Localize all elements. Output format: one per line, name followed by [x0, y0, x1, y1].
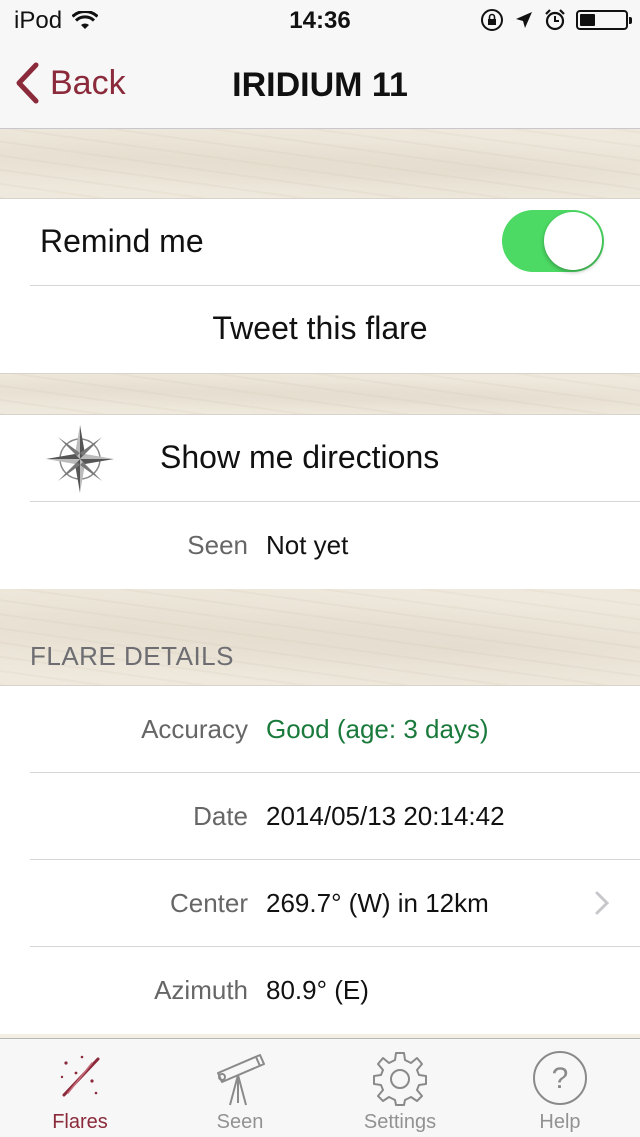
detail-row-date: Date 2014/05/13 20:14:42 — [0, 772, 640, 860]
status-bar: iPod 14:36 — [0, 0, 640, 40]
directions-row[interactable]: Show me directions — [0, 415, 640, 502]
tab-settings[interactable]: Settings — [320, 1039, 480, 1137]
detail-key: Center — [169, 888, 248, 918]
alarm-icon — [545, 9, 565, 31]
detail-key: Azimuth — [154, 975, 248, 1005]
seen-key: Seen — [187, 530, 248, 560]
tab-seen[interactable]: Seen — [160, 1039, 320, 1137]
detail-row-accuracy: Accuracy Good (age: 3 days) — [0, 686, 640, 773]
detail-value: Good (age: 3 days) — [266, 714, 489, 744]
tab-label: Seen — [216, 1111, 264, 1133]
detail-value: 80.9° (E) — [266, 975, 369, 1005]
actions-group: Remind me Tweet this flare — [0, 198, 640, 374]
flares-icon — [60, 1055, 100, 1097]
detail-key: Date — [193, 801, 248, 831]
seen-value: Not yet — [266, 530, 349, 560]
directions-label: Show me directions — [160, 439, 440, 475]
tab-bar: Flares Seen Settings ? Help — [0, 1038, 640, 1137]
seen-row: Seen Not yet — [0, 501, 640, 589]
detail-key: Accuracy — [141, 714, 248, 744]
directions-group: Show me directions Seen Not yet — [0, 414, 640, 590]
chevron-right-icon — [595, 891, 610, 915]
detail-row-center[interactable]: Center 269.7° (W) in 12km — [0, 859, 640, 947]
nav-bar: Back IRIDIUM 11 — [0, 40, 640, 129]
remind-label: Remind me — [40, 223, 204, 259]
background-band — [0, 374, 640, 415]
rotation-lock-icon — [481, 9, 503, 31]
section-header: FLARE DETAILS — [30, 641, 234, 671]
status-right — [480, 8, 632, 32]
section-header-band: FLARE DETAILS — [0, 589, 640, 686]
help-icon: ? — [533, 1051, 587, 1105]
page-title: IRIDIUM 11 — [232, 66, 408, 104]
tab-help[interactable]: ? Help — [480, 1039, 640, 1137]
tweet-label: Tweet this flare — [212, 310, 428, 346]
telescope-icon — [217, 1054, 265, 1106]
detail-value: 2014/05/13 20:14:42 — [266, 801, 505, 831]
tab-label: Help — [539, 1111, 581, 1133]
toggle-knob — [544, 212, 602, 270]
remind-toggle[interactable] — [502, 210, 604, 272]
tweet-row[interactable]: Tweet this flare — [0, 285, 640, 373]
tab-label: Flares — [52, 1111, 108, 1133]
background-band — [0, 129, 640, 199]
compass-icon — [46, 425, 114, 493]
details-group: Accuracy Good (age: 3 days) Date 2014/05… — [0, 685, 640, 1034]
detail-row-azimuth: Azimuth 80.9° (E) — [0, 946, 640, 1034]
svg-text:?: ? — [552, 1062, 569, 1095]
battery-level — [580, 14, 595, 26]
detail-value: 269.7° (W) in 12km — [266, 888, 489, 918]
remind-row: Remind me — [0, 199, 640, 286]
gear-icon — [373, 1052, 427, 1106]
battery-icon — [576, 10, 632, 30]
tab-flares[interactable]: Flares — [0, 1039, 160, 1137]
location-icon — [516, 12, 532, 28]
tab-label: Settings — [363, 1111, 437, 1133]
